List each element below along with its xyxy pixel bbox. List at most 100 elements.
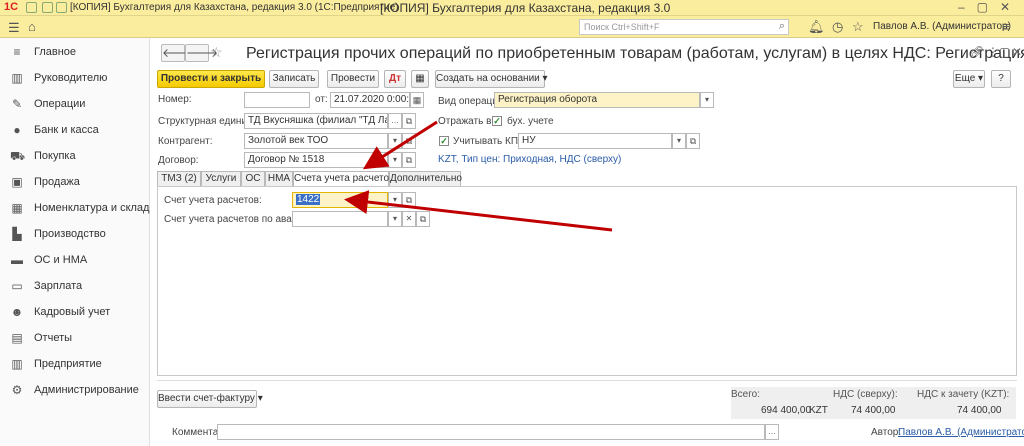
date-label: от: — [315, 94, 328, 105]
copy-icon[interactable] — [26, 2, 37, 13]
sidebar-item-admin[interactable]: ⚙ Администрирование — [0, 380, 150, 402]
sidebar-item-label: Зарплата — [34, 280, 83, 292]
document-structure-icon[interactable]: ▦ — [411, 70, 429, 88]
sidebar-item-fixed-assets[interactable]: ▬ ОС и НМА — [0, 250, 150, 272]
sidebar-item-warehouse[interactable]: ▦ Номенклатура и склад — [0, 198, 150, 220]
number-input[interactable] — [244, 92, 310, 108]
contract-dropdown-icon[interactable]: ▾ — [388, 152, 402, 168]
sidebar-item-label: Руководителю — [34, 72, 108, 84]
tab-intangible[interactable]: НМА — [265, 171, 293, 186]
author-label: Автор: — [871, 427, 902, 438]
struct-unit-input[interactable]: ТД Вкусняшка (филиал "ТД Лакомк — [244, 113, 388, 129]
sidebar-item-purchase[interactable]: ⛟ Покупка — [0, 146, 150, 168]
app-title: [КОПИЯ] Бухгалтерия для Казахстана, реда… — [380, 1, 671, 15]
chart-icon: ▥ — [11, 71, 23, 85]
kpn-input[interactable]: НУ — [518, 133, 672, 149]
history-icon[interactable]: ◷ — [832, 19, 843, 35]
tab-services[interactable]: Услуги — [201, 171, 241, 186]
factory-icon: ▙ — [12, 227, 22, 241]
advance-account-dropdown-icon[interactable]: ▾ — [388, 211, 402, 227]
save-button[interactable]: Записать — [269, 70, 319, 88]
search-placeholder: Поиск Ctrl+Shift+F — [584, 22, 660, 32]
tab-settlement-accounts[interactable]: Счета учета расчетов — [293, 171, 394, 187]
search-input[interactable]: Поиск Ctrl+Shift+F ⌕ — [579, 19, 789, 35]
help-button[interactable]: ? — [991, 70, 1011, 88]
author-link[interactable]: Павлов А.В. (Администратор) — [898, 427, 1024, 438]
tab-additional[interactable]: Дополнительно — [389, 171, 462, 186]
contractor-open-icon[interactable]: ⧉ — [402, 133, 416, 149]
post-and-close-button[interactable]: Провести и закрыть — [157, 70, 265, 88]
back-button[interactable]: 🡐 — [161, 44, 194, 62]
advance-account-input[interactable] — [292, 211, 388, 227]
sidebar-item-manager[interactable]: ▥ Руководителю — [0, 68, 150, 90]
struct-unit-select-icon[interactable]: … — [388, 113, 402, 129]
sidebar-item-enterprise[interactable]: ▥ Предприятие — [0, 354, 150, 376]
search-icon[interactable]: ⌕ — [779, 20, 785, 33]
settlement-account-value: 1422 — [296, 194, 321, 205]
main-menu-icon[interactable]: ☰ — [8, 20, 20, 36]
sidebar-item-label: Банк и касса — [34, 124, 99, 136]
sidebar-item-label: Операции — [34, 98, 86, 110]
settlement-accounts-panel: Счет учета расчетов: 1422 ▾ ⧉ Счет учета… — [157, 186, 1017, 376]
close-icon[interactable]: ✕ — [1012, 45, 1022, 59]
accounting-entries-icon[interactable]: Дт — [384, 70, 406, 88]
favorites-star-icon[interactable]: ☆ — [852, 19, 864, 35]
home-icon[interactable]: ⌂ — [28, 19, 36, 34]
window-controls[interactable]: –▢✕ — [958, 0, 1022, 14]
sidebar-item-hr[interactable]: ☻ Кадровый учет — [0, 302, 150, 324]
favorite-star-icon[interactable]: ☆ — [210, 44, 223, 61]
struct-unit-open-icon[interactable]: ⧉ — [402, 113, 416, 129]
sidebar-item-sales[interactable]: ▣ Продажа — [0, 172, 150, 194]
advance-account-clear-icon[interactable]: ✕ — [402, 211, 416, 227]
kpn-dropdown-icon[interactable]: ▾ — [672, 133, 686, 149]
number-label: Номер: — [158, 94, 192, 105]
sidebar-item-bank[interactable]: ● Банк и касса — [0, 120, 150, 142]
contractor-input[interactable]: Золотой век ТОО — [244, 133, 388, 149]
advance-account-open-icon[interactable]: ⧉ — [416, 211, 430, 227]
print-icon[interactable] — [56, 2, 67, 13]
settlement-account-open-icon[interactable]: ⧉ — [402, 192, 416, 208]
sidebar-item-label: ОС и НМА — [34, 254, 88, 266]
menu-lines-icon[interactable]: ≡ — [1002, 19, 1010, 34]
kpn-open-icon[interactable]: ⧉ — [686, 133, 700, 149]
window-doc-title: [КОПИЯ] Бухгалтерия для Казахстана, реда… — [70, 2, 399, 13]
accounting-checkbox[interactable]: ✓ — [492, 116, 502, 126]
post-button[interactable]: Провести — [327, 70, 379, 88]
operation-type-select[interactable]: Регистрация оборота — [494, 92, 700, 108]
contract-open-icon[interactable]: ⧉ — [402, 152, 416, 168]
sidebar-item-salary[interactable]: ▭ Зарплата — [0, 276, 150, 298]
bell-icon[interactable]: 🔔︎ — [808, 19, 825, 35]
enterprise-icon: ▥ — [11, 357, 23, 371]
more-button[interactable]: Еще ▾ — [953, 70, 985, 88]
enter-invoice-button[interactable]: Ввести счет-фактуру ▾ — [157, 390, 263, 408]
link-icon[interactable]: 🔗︎ — [969, 45, 984, 59]
settlement-account-label: Счет учета расчетов: — [164, 195, 262, 206]
sidebar-item-label: Производство — [34, 228, 106, 240]
total-value: 694 400,00 — [761, 405, 812, 416]
sidebar-item-reports[interactable]: ▤ Отчеты — [0, 328, 150, 350]
sidebar-item-main[interactable]: ≡ Главное — [0, 42, 150, 64]
tab-fixed-assets[interactable]: ОС — [241, 171, 265, 186]
calendar-icon[interactable]: ▦ — [410, 92, 424, 108]
contractor-dropdown-icon[interactable]: ▾ — [388, 133, 402, 149]
maximize-icon[interactable]: ▢ — [999, 45, 1010, 59]
sidebar-item-label: Кадровый учет — [34, 306, 111, 318]
current-user[interactable]: Павлов А.В. (Администратор) — [873, 21, 1011, 32]
settlement-account-dropdown-icon[interactable]: ▾ — [388, 192, 402, 208]
tab-inventory[interactable]: ТМЗ (2) — [157, 171, 201, 186]
save-icon[interactable] — [42, 2, 53, 13]
contract-input[interactable]: Договор № 1518 — [244, 152, 388, 168]
kpn-checkbox-label: Учитывать КПН — [453, 136, 526, 147]
price-type-link[interactable]: KZT, Тип цен: Приходная, НДС (сверху) — [438, 154, 621, 165]
forward-button[interactable]: 🡒 — [185, 44, 218, 62]
sidebar-item-operations[interactable]: ✎ Операции — [0, 94, 150, 116]
kpn-checkbox[interactable]: ✓ — [439, 136, 449, 146]
create-based-on-button[interactable]: Создать на основании ▾ — [435, 70, 548, 88]
more-vertical-icon[interactable]: ⋮ — [987, 45, 999, 59]
date-input[interactable]: 21.07.2020 0:00:00 — [330, 92, 410, 108]
operation-type-dropdown-icon[interactable]: ▾ — [700, 92, 714, 108]
comment-input[interactable] — [217, 424, 765, 440]
sidebar-item-production[interactable]: ▙ Производство — [0, 224, 150, 246]
settlement-account-input[interactable]: 1422 — [292, 192, 388, 208]
comment-expand-icon[interactable]: … — [765, 424, 779, 440]
